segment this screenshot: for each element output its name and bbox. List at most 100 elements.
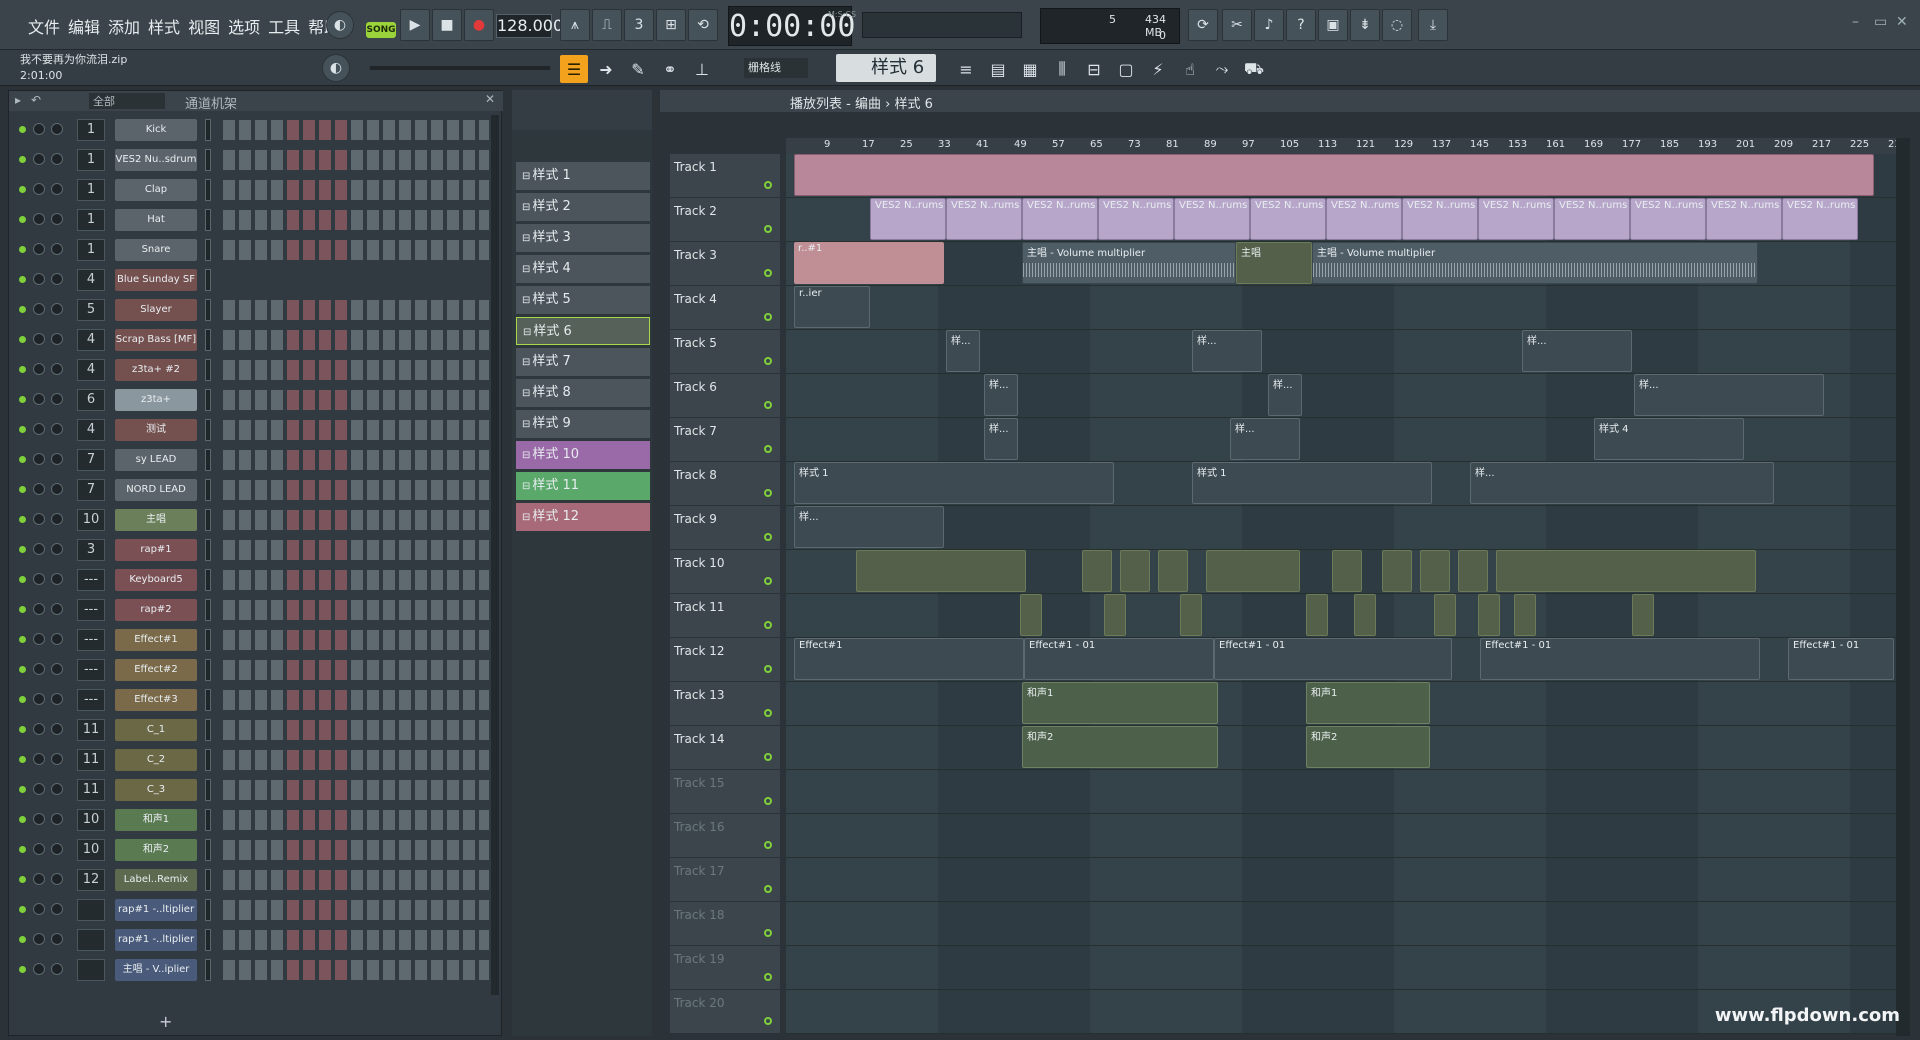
pan-knob[interactable] [33,243,45,255]
channel-select[interactable] [205,209,211,231]
playlist-clip[interactable]: 样... [1230,418,1300,460]
step-edit-icon[interactable]: ⊞ [656,9,686,41]
channel-name-button[interactable]: sy LEAD [115,449,197,471]
channel-row[interactable]: 7 NORD LEAD [9,475,503,505]
close-icon[interactable]: ✕ [1896,14,1908,30]
step-sequencer[interactable] [223,870,489,890]
channel-select[interactable] [205,839,211,861]
step-sequencer[interactable] [223,900,489,920]
track-header[interactable]: Track 17 [670,858,780,902]
playlist-clip[interactable]: 和声2 [1022,726,1218,768]
channel-name-button[interactable]: Blue Sunday SF [115,269,197,291]
mixer-track-number[interactable]: 10 [77,809,105,831]
channel-row[interactable]: 4 Blue Sunday SF [9,265,503,295]
channel-enable-led[interactable] [19,276,26,283]
channel-name-button[interactable]: Hat [115,209,197,231]
mixer-track-number[interactable]: 10 [77,509,105,531]
channel-select[interactable] [205,479,211,501]
channel-row[interactable]: --- Effect#2 [9,655,503,685]
track-lane[interactable]: 样... 样... 样... [786,330,1896,374]
filter-selector[interactable]: 全部 [89,93,165,109]
playlist-clip[interactable] [856,550,1026,592]
track-lane[interactable] [786,154,1896,198]
volume-knob[interactable] [51,333,63,345]
channel-enable-led[interactable] [19,456,26,463]
channel-enable-led[interactable] [19,636,26,643]
volume-knob[interactable] [51,543,63,555]
channel-enable-led[interactable] [19,606,26,613]
channel-enable-led[interactable] [19,756,26,763]
track-lane[interactable] [786,594,1896,638]
track-lane[interactable]: r..ier [786,286,1896,330]
channel-enable-led[interactable] [19,666,26,673]
track-header[interactable]: Track 18 [670,902,780,946]
channel-name-button[interactable]: C_1 [115,719,197,741]
channel-select[interactable] [205,389,211,411]
playlist-clip[interactable]: 样式 1 [794,462,1114,504]
menu-item-0[interactable]: 文件 [24,14,64,38]
pattern-item[interactable]: ⊟ 样式 5 [516,286,650,314]
channel-enable-led[interactable] [19,336,26,343]
touch-icon[interactable]: ☝ [1176,55,1204,83]
channel-name-button[interactable]: Effect#1 [115,629,197,651]
playlist-clip[interactable] [1632,594,1654,636]
track-lane[interactable] [786,814,1896,858]
playlist-clip[interactable]: VES2 N..rums [1250,198,1326,240]
master-pitch-knob-icon[interactable]: ◐ [322,54,350,82]
channel-enable-led[interactable] [19,966,26,973]
track-lane[interactable]: 样... [786,506,1896,550]
pan-knob[interactable] [33,873,45,885]
pan-knob[interactable] [33,813,45,825]
track-enable-dot[interactable] [764,357,772,365]
channel-enable-led[interactable] [19,936,26,943]
channel-enable-led[interactable] [19,786,26,793]
mixer-track-number[interactable]: --- [77,599,105,621]
channel-name-button[interactable]: Scrap Bass [MF] [115,329,197,351]
pan-knob[interactable] [33,903,45,915]
channel-row[interactable]: 10 和声1 [9,805,503,835]
playlist-clip[interactable]: Effect#1 - 01 [1480,638,1760,680]
channel-select[interactable] [205,179,211,201]
playlist-clip[interactable]: 主唱 [1236,242,1312,284]
render-icon[interactable]: ⇟ [1350,9,1380,41]
channel-name-button[interactable]: C_3 [115,779,197,801]
channel-enable-led[interactable] [19,876,26,883]
chat-icon[interactable]: ◌ [1382,9,1412,41]
maximize-icon[interactable]: ▭ [1874,14,1887,30]
pattern-selector[interactable]: 样式 6 [836,54,936,82]
channel-row[interactable]: 12 Label..Remix [9,865,503,895]
track-lane[interactable] [786,550,1896,594]
pan-knob[interactable] [33,153,45,165]
channel-row[interactable]: 5 Slayer [9,295,503,325]
playlist-clip[interactable] [1496,550,1756,592]
channel-select[interactable] [205,359,211,381]
channel-name-button[interactable]: Effect#2 [115,659,197,681]
track-header[interactable]: Track 11 [670,594,780,638]
pattern-item[interactable]: ⊟ 样式 9 [516,410,650,438]
track-enable-dot[interactable] [764,181,772,189]
pan-knob[interactable] [33,513,45,525]
step-sequencer[interactable] [223,810,489,830]
step-sequencer[interactable] [223,450,489,470]
playlist-clip[interactable]: VES2 N..rums [1022,198,1098,240]
channel-row[interactable]: 10 主唱 [9,505,503,535]
playlist-clip[interactable] [1180,594,1202,636]
channel-row[interactable]: 1 VES2 Nu..sdrum [9,145,503,175]
mixer-track-number[interactable]: 12 [77,869,105,891]
timeline-ruler[interactable]: 9 17 25 33 41 49 57 65 73 81 89 97 105 113 121 129 137 14… [786,138,1901,154]
step-sequencer[interactable] [223,360,489,380]
pan-knob[interactable] [33,183,45,195]
playlist-clip[interactable]: VES2 N..rums [1174,198,1250,240]
playlist-clip[interactable] [1082,550,1112,592]
channel-row[interactable]: 1 Hat [9,205,503,235]
tempo-display[interactable]: 128.000 [496,14,563,38]
channel-row[interactable]: 1 Snare [9,235,503,265]
volume-knob[interactable] [51,303,63,315]
track-header[interactable]: Track 6 [670,374,780,418]
step-sequencer[interactable] [223,420,489,440]
playlist-clip[interactable] [1104,594,1126,636]
channel-name-button[interactable]: Effect#3 [115,689,197,711]
volume-knob[interactable] [51,123,63,135]
pan-knob[interactable] [33,123,45,135]
playlist-clip[interactable]: 样式 4 [1594,418,1744,460]
